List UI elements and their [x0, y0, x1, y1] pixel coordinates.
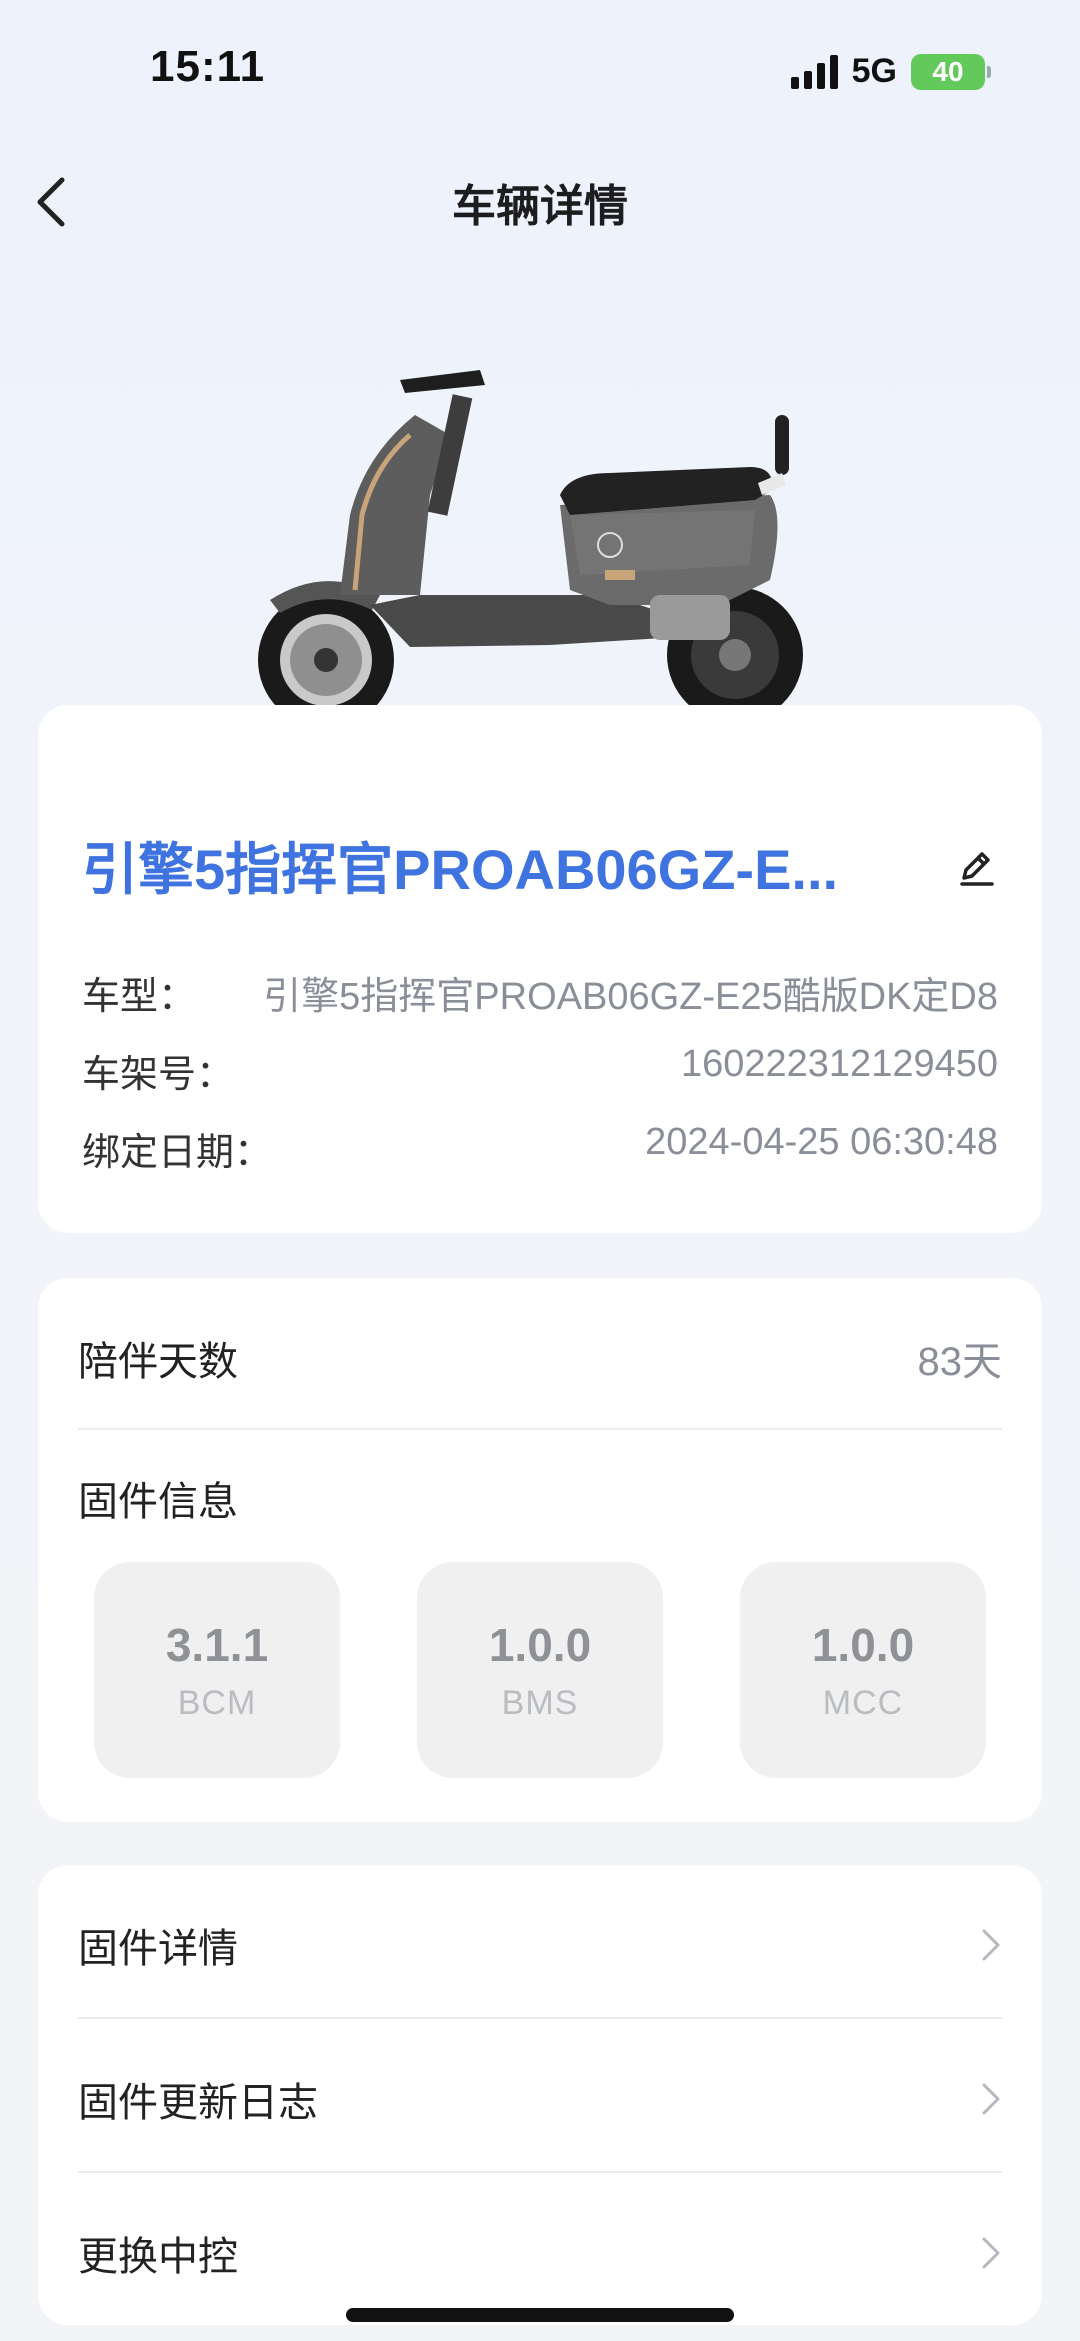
- firmware-title: 固件信息: [78, 1480, 238, 1524]
- divider: [78, 2017, 1002, 2019]
- companion-days-label: 陪伴天数: [78, 1340, 238, 1384]
- menu-item-replace-controller[interactable]: 更换中控: [78, 2223, 1002, 2283]
- vehicle-name: 引擎5指挥官PROAB06GZ-E...: [82, 838, 839, 901]
- firmware-name: BCM: [177, 1683, 257, 1722]
- scooter-image: [258, 370, 803, 728]
- network-type: 5G: [851, 52, 897, 90]
- frame-number-row: 车架号： 160222312129450: [82, 1043, 998, 1098]
- menu-item-label: 更换中控: [78, 2235, 238, 2279]
- vehicle-info-card: 引擎5指挥官PROAB06GZ-E... 车型： 引擎5指挥官PROAB06GZ…: [38, 705, 1042, 1233]
- firmware-version: 1.0.0: [811, 1618, 915, 1671]
- firmware-name: MCC: [822, 1683, 904, 1722]
- chevron-right-icon: [982, 2237, 1000, 2269]
- frame-number-value: 160222312129450: [680, 1043, 998, 1085]
- divider: [78, 1428, 1002, 1430]
- home-indicator[interactable]: [346, 2308, 734, 2322]
- frame-number-label: 车架号：: [82, 1054, 235, 1096]
- menu-item-firmware-details[interactable]: 固件详情: [78, 1915, 1002, 1975]
- status-indicators: 5G 40: [790, 52, 991, 91]
- divider: [78, 2171, 1002, 2173]
- battery-icon: 40: [911, 53, 991, 90]
- page-title: 车辆详情: [452, 182, 628, 231]
- menu-item-label: 固件详情: [78, 1927, 238, 1971]
- firmware-item-bms[interactable]: 1.0.0 BMS: [417, 1562, 663, 1778]
- firmware-info-card: 陪伴天数 83天 固件信息 3.1.1 BCM 1.0.0 BMS 1.0.0 …: [38, 1278, 1042, 1822]
- bind-date-value: 2024-04-25 06:30:48: [645, 1121, 998, 1163]
- menu-card: 固件详情 固件更新日志 更换中控: [38, 1865, 1042, 2325]
- firmware-item-mcc[interactable]: 1.0.0 MCC: [740, 1562, 986, 1778]
- firmware-section-title: 固件信息: [78, 1468, 1002, 1528]
- model-row: 车型： 引擎5指挥官PROAB06GZ-E25酷版DK定D8: [82, 965, 998, 1020]
- pencil-icon[interactable]: [954, 844, 998, 888]
- cellular-signal-icon: [790, 54, 838, 89]
- menu-item-label: 固件更新日志: [78, 2081, 318, 2125]
- bind-date-label: 绑定日期：: [82, 1132, 273, 1174]
- firmware-version: 3.1.1: [165, 1618, 269, 1671]
- battery-level: 40: [932, 55, 964, 87]
- model-value: 引擎5指挥官PROAB06GZ-E25酷版DK定D8: [263, 976, 998, 1018]
- chevron-right-icon: [982, 2083, 1000, 2115]
- chevron-right-icon: [982, 1929, 1000, 1961]
- menu-item-firmware-update-log[interactable]: 固件更新日志: [78, 2069, 1002, 2129]
- bind-date-row: 绑定日期： 2024-04-25 06:30:48: [82, 1121, 998, 1176]
- companion-days-row: 陪伴天数 83天: [78, 1328, 1002, 1388]
- firmware-item-bcm[interactable]: 3.1.1 BCM: [94, 1562, 340, 1778]
- firmware-version: 1.0.0: [488, 1618, 592, 1671]
- status-time: 15:11: [150, 42, 266, 91]
- firmware-name: BMS: [501, 1683, 579, 1722]
- companion-days-value: 83天: [917, 1340, 1003, 1384]
- model-label: 车型：: [82, 976, 197, 1018]
